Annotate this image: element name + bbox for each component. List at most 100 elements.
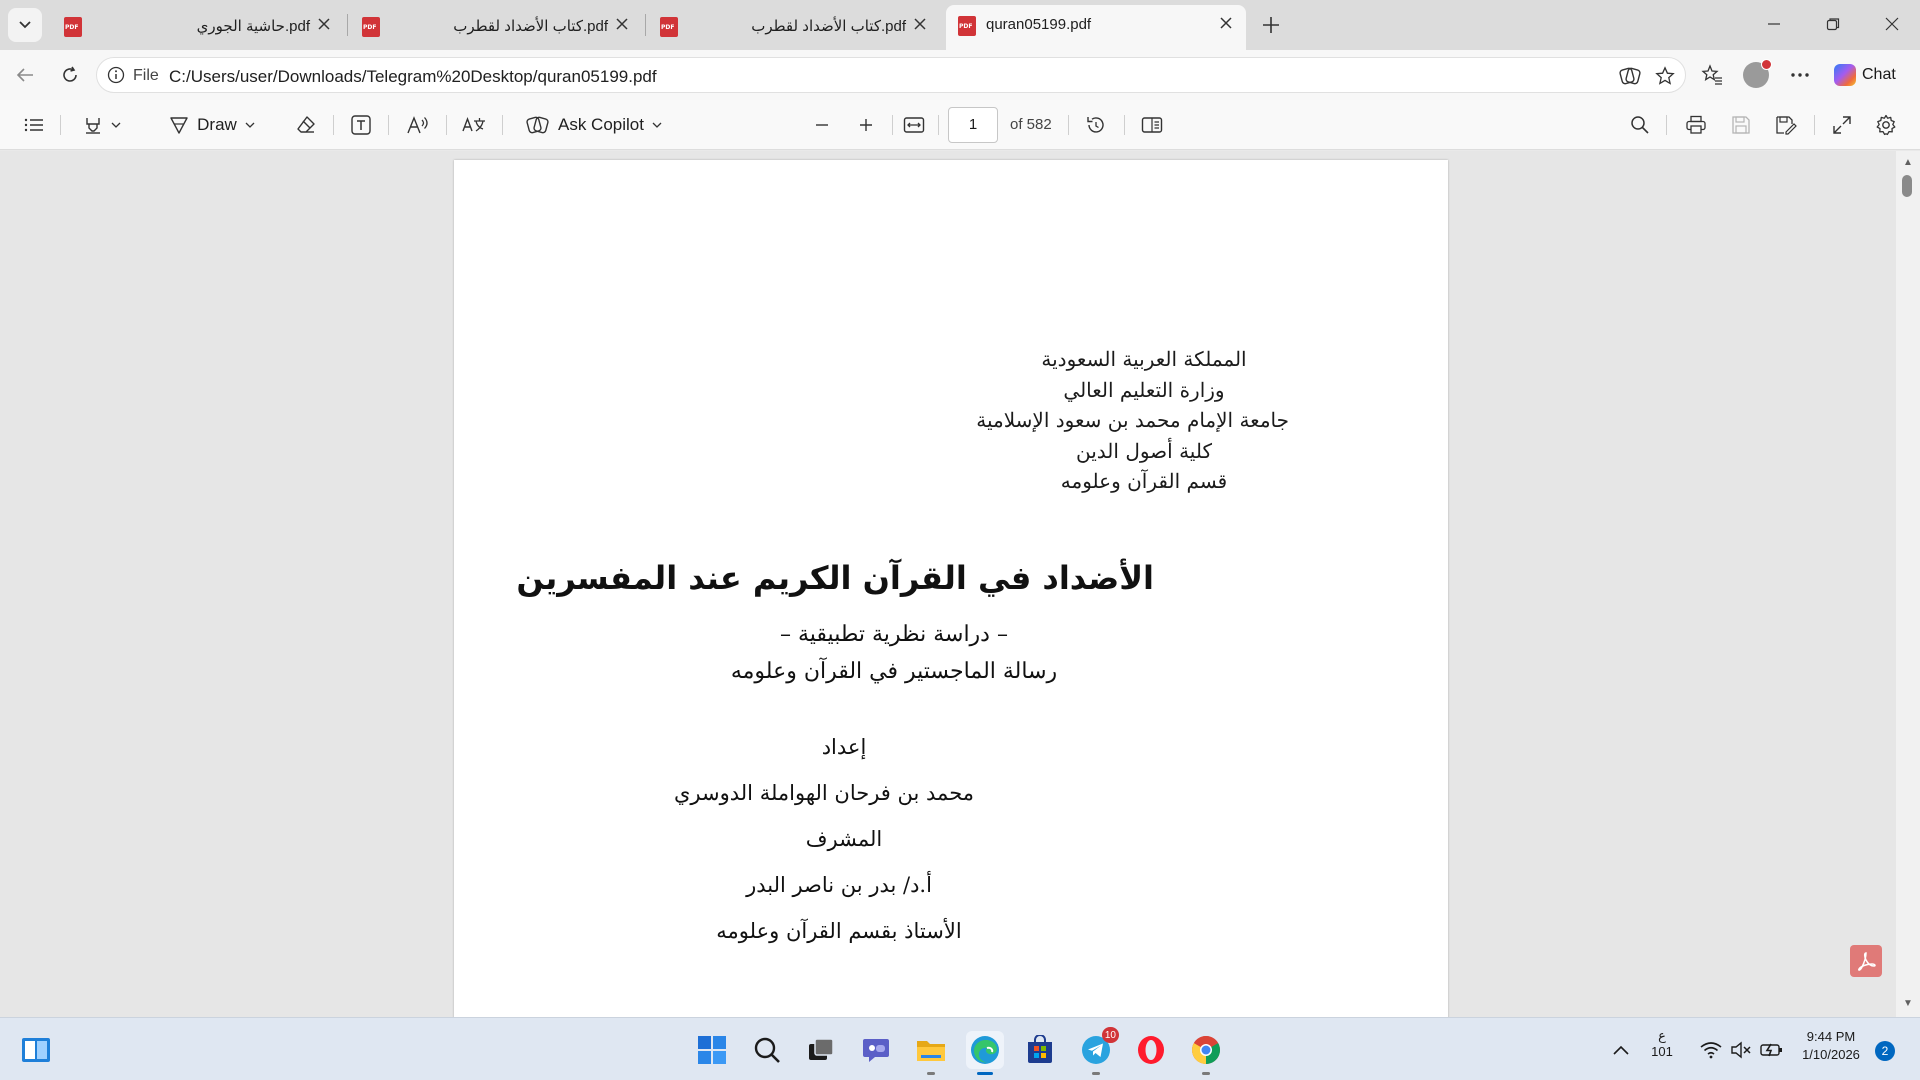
- close-window-button[interactable]: [1872, 8, 1912, 40]
- chat-label: Chat: [1862, 66, 1896, 83]
- close-tab-button[interactable]: [1216, 13, 1236, 33]
- browser-tab-active[interactable]: quran05199.pdf: [946, 5, 1246, 50]
- close-tab-button[interactable]: [314, 14, 334, 34]
- fit-width-icon: [903, 117, 925, 133]
- show-hidden-icons-button[interactable]: [1602, 1031, 1640, 1069]
- table-of-contents-button[interactable]: [18, 109, 50, 141]
- search-button[interactable]: [1624, 109, 1656, 141]
- site-info-icon[interactable]: [107, 66, 125, 89]
- print-button[interactable]: [1680, 109, 1712, 141]
- zoom-out-button[interactable]: [806, 109, 838, 141]
- settings-and-more-button[interactable]: [1784, 59, 1816, 91]
- close-icon: [914, 18, 926, 30]
- task-view-button[interactable]: [802, 1031, 840, 1069]
- file-explorer-button[interactable]: [912, 1031, 950, 1075]
- browser-tab[interactable]: كتاب الأضداد لقطرب.pdf: [350, 6, 642, 44]
- quick-settings-button[interactable]: [1690, 1031, 1794, 1069]
- draw-button[interactable]: Draw: [156, 109, 268, 141]
- page-number-input[interactable]: 1: [948, 107, 998, 143]
- store-icon: [1028, 1035, 1052, 1063]
- search-taskbar-button[interactable]: [748, 1031, 786, 1069]
- widgets-button[interactable]: [17, 1031, 55, 1069]
- page-view-button[interactable]: [1136, 109, 1168, 141]
- taskbar: 10 ع 101 9:44 PM 1/10/2026 2: [0, 1017, 1920, 1080]
- minimize-icon: [1768, 23, 1780, 25]
- save-as-button[interactable]: [1770, 109, 1802, 141]
- pdf-file-icon: [660, 17, 678, 37]
- erase-button[interactable]: [290, 109, 322, 141]
- teams-chat-button[interactable]: [857, 1031, 895, 1069]
- favorite-star-icon[interactable]: [1653, 64, 1677, 88]
- minimize-button[interactable]: [1754, 8, 1794, 40]
- close-icon: [318, 18, 330, 30]
- degree-line: رسالة الماجستير في القرآن وعلومه: [730, 659, 1058, 684]
- header-line-country: المملكة العربية السعودية: [1041, 347, 1247, 371]
- widgets-icon: [22, 1038, 50, 1062]
- adobe-acrobat-button[interactable]: [1850, 945, 1882, 977]
- immersive-reader-icon[interactable]: [1618, 64, 1642, 88]
- read-aloud-button[interactable]: [400, 109, 436, 141]
- document-title: الأضداد في القرآن الكريم عند المفسرين: [516, 559, 1154, 597]
- url-text[interactable]: C:/Users/user/Downloads/Telegram%20Deskt…: [169, 67, 657, 87]
- toolbar-divider: [60, 115, 61, 135]
- notification-count-badge[interactable]: 2: [1875, 1041, 1895, 1061]
- vertical-scrollbar[interactable]: [1896, 151, 1920, 1017]
- pdf-settings-button[interactable]: [1870, 109, 1902, 141]
- start-button[interactable]: [693, 1031, 731, 1069]
- close-tab-button[interactable]: [612, 14, 632, 34]
- refresh-button[interactable]: [54, 59, 86, 91]
- list-icon: [24, 118, 43, 132]
- chevron-down-icon: [19, 21, 31, 29]
- toolbar-divider: [892, 115, 893, 135]
- add-text-button[interactable]: [345, 109, 377, 141]
- chevron-down-icon: [245, 122, 255, 128]
- scroll-down-arrow-icon[interactable]: ▼: [1900, 996, 1916, 1010]
- translate-button[interactable]: [456, 109, 492, 141]
- expand-icon: [1833, 116, 1851, 134]
- copilot-chat-button[interactable]: Chat: [1828, 59, 1916, 91]
- draw-label: Draw: [197, 115, 237, 134]
- restore-button[interactable]: [1813, 8, 1853, 40]
- header-line-university: جامعة الإمام محمد بن سعود الإسلامية: [976, 408, 1289, 432]
- scrollbar-thumb[interactable]: [1902, 175, 1912, 197]
- plus-icon: [860, 119, 872, 131]
- page-view-icon: [1141, 117, 1163, 133]
- more-dots-icon: [1791, 73, 1809, 77]
- browser-tab[interactable]: كتاب الأضداد لقطرب.pdf: [648, 6, 940, 44]
- clock-time: 9:44 PM: [1806, 1029, 1856, 1044]
- pdf-viewer[interactable]: المملكة العربية السعودية وزارة التعليم ا…: [0, 151, 1920, 1017]
- chrome-button[interactable]: [1187, 1031, 1225, 1075]
- header-line-college: كلية أصول الدين: [1076, 438, 1212, 463]
- rotate-button[interactable]: [1080, 109, 1112, 141]
- browser-tab[interactable]: حاشية الجوري.pdf: [52, 6, 344, 44]
- favorites-icon: [1701, 64, 1722, 85]
- address-input[interactable]: File C:/Users/user/Downloads/Telegram%20…: [96, 57, 1686, 93]
- chevron-up-icon: [1613, 1045, 1629, 1055]
- toolbar-divider: [446, 115, 447, 135]
- volume-muted-icon: [1731, 1041, 1751, 1059]
- favorites-button[interactable]: [1696, 59, 1728, 91]
- ask-copilot-button[interactable]: Ask Copilot: [516, 109, 672, 141]
- fullscreen-button[interactable]: [1826, 109, 1858, 141]
- new-tab-button[interactable]: [1256, 10, 1286, 40]
- chat-icon: [863, 1039, 889, 1062]
- running-indicator: [1202, 1072, 1210, 1075]
- edge-taskbar-button[interactable]: [966, 1031, 1004, 1075]
- supervisor-label: المشرف: [805, 827, 883, 851]
- input-language-indicator[interactable]: ع 101: [1650, 1028, 1674, 1059]
- save-button[interactable]: [1725, 109, 1757, 141]
- opera-button[interactable]: [1132, 1031, 1170, 1069]
- toolbar-divider: [388, 115, 389, 135]
- profile-button[interactable]: [1740, 59, 1772, 91]
- clock[interactable]: 9:44 PM 1/10/2026: [1790, 1029, 1872, 1062]
- unread-badge: 10: [1101, 1027, 1119, 1043]
- back-button[interactable]: [9, 59, 41, 91]
- zoom-in-button[interactable]: [850, 109, 882, 141]
- fit-to-width-button[interactable]: [898, 109, 930, 141]
- close-tab-button[interactable]: [910, 14, 930, 34]
- scroll-up-arrow-icon[interactable]: ▲: [1900, 155, 1916, 169]
- tab-actions-menu-button[interactable]: [8, 8, 42, 42]
- telegram-button[interactable]: 10: [1077, 1027, 1119, 1075]
- highlight-button[interactable]: [74, 109, 130, 141]
- store-button[interactable]: [1021, 1031, 1059, 1069]
